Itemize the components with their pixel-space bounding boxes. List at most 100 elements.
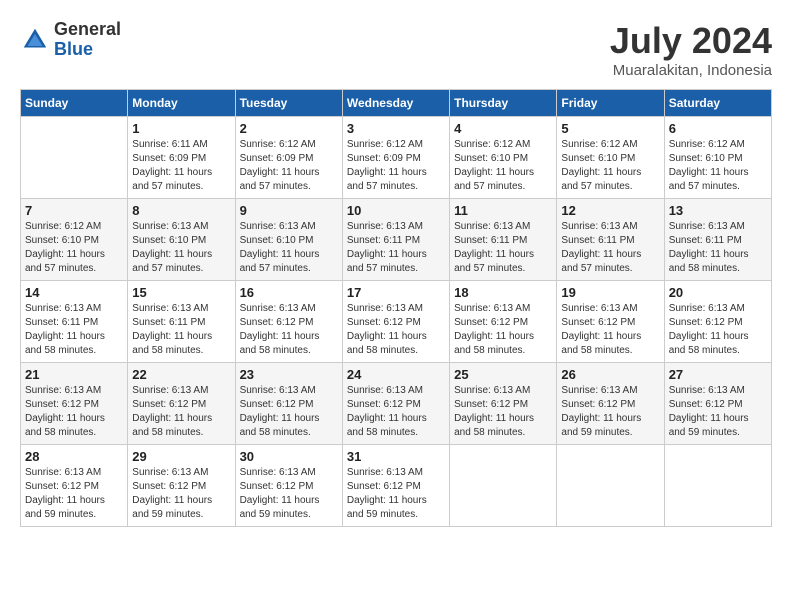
calendar-cell: 18 Sunrise: 6:13 AM Sunset: 6:12 PM Dayli… (450, 281, 557, 363)
day-number: 1 (132, 121, 230, 136)
logo-blue-text: Blue (54, 40, 121, 60)
day-number: 8 (132, 203, 230, 218)
logo-text: General Blue (54, 20, 121, 60)
day-number: 31 (347, 449, 445, 464)
calendar-cell (557, 445, 664, 527)
calendar-cell: 16Sunrise: 6:13 AM Sunset: 6:12 PM Dayli… (235, 281, 342, 363)
calendar-cell: 3 Sunrise: 6:12 AM Sunset: 6:09 PM Daylig… (342, 117, 449, 199)
calendar-cell: 24Sunrise: 6:13 AM Sunset: 6:12 PM Dayli… (342, 363, 449, 445)
calendar-cell: 20 Sunrise: 6:13 AM Sunset: 6:12 PM Dayli… (664, 281, 771, 363)
day-info: Sunrise: 6:13 AM Sunset: 6:11 PM Dayligh… (132, 302, 230, 358)
day-number: 17 (347, 285, 445, 300)
calendar-header: SundayMondayTuesdayWednesdayThursdayFrid… (21, 90, 772, 117)
calendar-cell: 15 Sunrise: 6:13 AM Sunset: 6:11 PM Dayli… (128, 281, 235, 363)
day-number: 2 (240, 121, 338, 136)
day-number: 7 (25, 203, 123, 218)
day-number: 22 (132, 367, 230, 382)
calendar-cell: 29Sunrise: 6:13 AM Sunset: 6:12 PM Dayli… (128, 445, 235, 527)
month-year-title: July 2024 (610, 20, 772, 62)
day-header-sunday: Sunday (21, 90, 128, 117)
calendar-cell: 1 Sunrise: 6:11 AM Sunset: 6:09 PM Daylig… (128, 117, 235, 199)
day-number: 23 (240, 367, 338, 382)
day-info: Sunrise: 6:13 AM Sunset: 6:12 PM Dayligh… (669, 302, 767, 358)
calendar-cell: 2 Sunrise: 6:12 AM Sunset: 6:09 PM Daylig… (235, 117, 342, 199)
day-number: 15 (132, 285, 230, 300)
calendar-cell: 5Sunrise: 6:12 AM Sunset: 6:10 PM Daylig… (557, 117, 664, 199)
day-info: Sunrise: 6:12 AM Sunset: 6:09 PM Dayligh… (240, 138, 338, 194)
calendar-cell: 12 Sunrise: 6:13 AM Sunset: 6:11 PM Dayli… (557, 199, 664, 281)
day-number: 26 (561, 367, 659, 382)
day-info: Sunrise: 6:13 AM Sunset: 6:12 PM Dayligh… (347, 384, 445, 440)
day-info: Sunrise: 6:12 AM Sunset: 6:09 PM Dayligh… (347, 138, 445, 194)
day-number: 18 (454, 285, 552, 300)
day-info: Sunrise: 6:13 AM Sunset: 6:10 PM Dayligh… (132, 220, 230, 276)
day-number: 14 (25, 285, 123, 300)
day-info: Sunrise: 6:12 AM Sunset: 6:10 PM Dayligh… (25, 220, 123, 276)
calendar-week-2: 14 Sunrise: 6:13 AM Sunset: 6:11 PM Dayli… (21, 281, 772, 363)
logo-icon (20, 25, 50, 55)
page-header: General Blue July 2024 Muaralakitan, Ind… (20, 20, 772, 79)
title-block: July 2024 Muaralakitan, Indonesia (610, 20, 772, 79)
calendar-cell: 6 Sunrise: 6:12 AM Sunset: 6:10 PM Daylig… (664, 117, 771, 199)
logo: General Blue (20, 20, 121, 60)
day-info: Sunrise: 6:13 AM Sunset: 6:12 PM Dayligh… (132, 384, 230, 440)
calendar-cell: 7 Sunrise: 6:12 AM Sunset: 6:10 PM Daylig… (21, 199, 128, 281)
day-number: 12 (561, 203, 659, 218)
day-info: Sunrise: 6:12 AM Sunset: 6:10 PM Dayligh… (669, 138, 767, 194)
calendar-cell (21, 117, 128, 199)
calendar-cell: 31Sunrise: 6:13 AM Sunset: 6:12 PM Dayli… (342, 445, 449, 527)
calendar-cell: 17Sunrise: 6:13 AM Sunset: 6:12 PM Dayli… (342, 281, 449, 363)
calendar-table: SundayMondayTuesdayWednesdayThursdayFrid… (20, 89, 772, 527)
calendar-cell: 21Sunrise: 6:13 AM Sunset: 6:12 PM Dayli… (21, 363, 128, 445)
day-number: 6 (669, 121, 767, 136)
day-info: Sunrise: 6:13 AM Sunset: 6:12 PM Dayligh… (454, 302, 552, 358)
day-info: Sunrise: 6:13 AM Sunset: 6:12 PM Dayligh… (25, 466, 123, 522)
calendar-cell: 27 Sunrise: 6:13 AM Sunset: 6:12 PM Dayli… (664, 363, 771, 445)
day-header-thursday: Thursday (450, 90, 557, 117)
day-info: Sunrise: 6:13 AM Sunset: 6:12 PM Dayligh… (561, 302, 659, 358)
calendar-cell: 4 Sunrise: 6:12 AM Sunset: 6:10 PM Daylig… (450, 117, 557, 199)
day-header-wednesday: Wednesday (342, 90, 449, 117)
day-number: 29 (132, 449, 230, 464)
day-number: 30 (240, 449, 338, 464)
calendar-cell: 9Sunrise: 6:13 AM Sunset: 6:10 PM Daylig… (235, 199, 342, 281)
day-number: 11 (454, 203, 552, 218)
calendar-week-3: 21Sunrise: 6:13 AM Sunset: 6:12 PM Dayli… (21, 363, 772, 445)
calendar-body: 1 Sunrise: 6:11 AM Sunset: 6:09 PM Daylig… (21, 117, 772, 527)
calendar-cell: 14 Sunrise: 6:13 AM Sunset: 6:11 PM Dayli… (21, 281, 128, 363)
day-info: Sunrise: 6:13 AM Sunset: 6:11 PM Dayligh… (25, 302, 123, 358)
day-number: 3 (347, 121, 445, 136)
calendar-cell (450, 445, 557, 527)
logo-general-text: General (54, 20, 121, 40)
calendar-week-1: 7 Sunrise: 6:12 AM Sunset: 6:10 PM Daylig… (21, 199, 772, 281)
calendar-cell: 19Sunrise: 6:13 AM Sunset: 6:12 PM Dayli… (557, 281, 664, 363)
day-info: Sunrise: 6:12 AM Sunset: 6:10 PM Dayligh… (454, 138, 552, 194)
day-info: Sunrise: 6:13 AM Sunset: 6:11 PM Dayligh… (454, 220, 552, 276)
calendar-cell: 11 Sunrise: 6:13 AM Sunset: 6:11 PM Dayli… (450, 199, 557, 281)
day-info: Sunrise: 6:13 AM Sunset: 6:12 PM Dayligh… (25, 384, 123, 440)
day-number: 10 (347, 203, 445, 218)
calendar-week-4: 28 Sunrise: 6:13 AM Sunset: 6:12 PM Dayli… (21, 445, 772, 527)
day-number: 4 (454, 121, 552, 136)
day-number: 25 (454, 367, 552, 382)
day-number: 20 (669, 285, 767, 300)
day-header-tuesday: Tuesday (235, 90, 342, 117)
calendar-cell: 22 Sunrise: 6:13 AM Sunset: 6:12 PM Dayli… (128, 363, 235, 445)
day-number: 13 (669, 203, 767, 218)
day-info: Sunrise: 6:11 AM Sunset: 6:09 PM Dayligh… (132, 138, 230, 194)
day-info: Sunrise: 6:12 AM Sunset: 6:10 PM Dayligh… (561, 138, 659, 194)
calendar-cell: 26Sunrise: 6:13 AM Sunset: 6:12 PM Dayli… (557, 363, 664, 445)
calendar-cell: 8 Sunrise: 6:13 AM Sunset: 6:10 PM Daylig… (128, 199, 235, 281)
day-number: 28 (25, 449, 123, 464)
day-info: Sunrise: 6:13 AM Sunset: 6:12 PM Dayligh… (669, 384, 767, 440)
day-number: 27 (669, 367, 767, 382)
day-info: Sunrise: 6:13 AM Sunset: 6:11 PM Dayligh… (669, 220, 767, 276)
day-info: Sunrise: 6:13 AM Sunset: 6:11 PM Dayligh… (561, 220, 659, 276)
day-info: Sunrise: 6:13 AM Sunset: 6:10 PM Dayligh… (240, 220, 338, 276)
day-info: Sunrise: 6:13 AM Sunset: 6:11 PM Dayligh… (347, 220, 445, 276)
day-header-saturday: Saturday (664, 90, 771, 117)
day-header-friday: Friday (557, 90, 664, 117)
day-info: Sunrise: 6:13 AM Sunset: 6:12 PM Dayligh… (240, 384, 338, 440)
calendar-cell: 28 Sunrise: 6:13 AM Sunset: 6:12 PM Dayli… (21, 445, 128, 527)
calendar-cell: 30Sunrise: 6:13 AM Sunset: 6:12 PM Dayli… (235, 445, 342, 527)
